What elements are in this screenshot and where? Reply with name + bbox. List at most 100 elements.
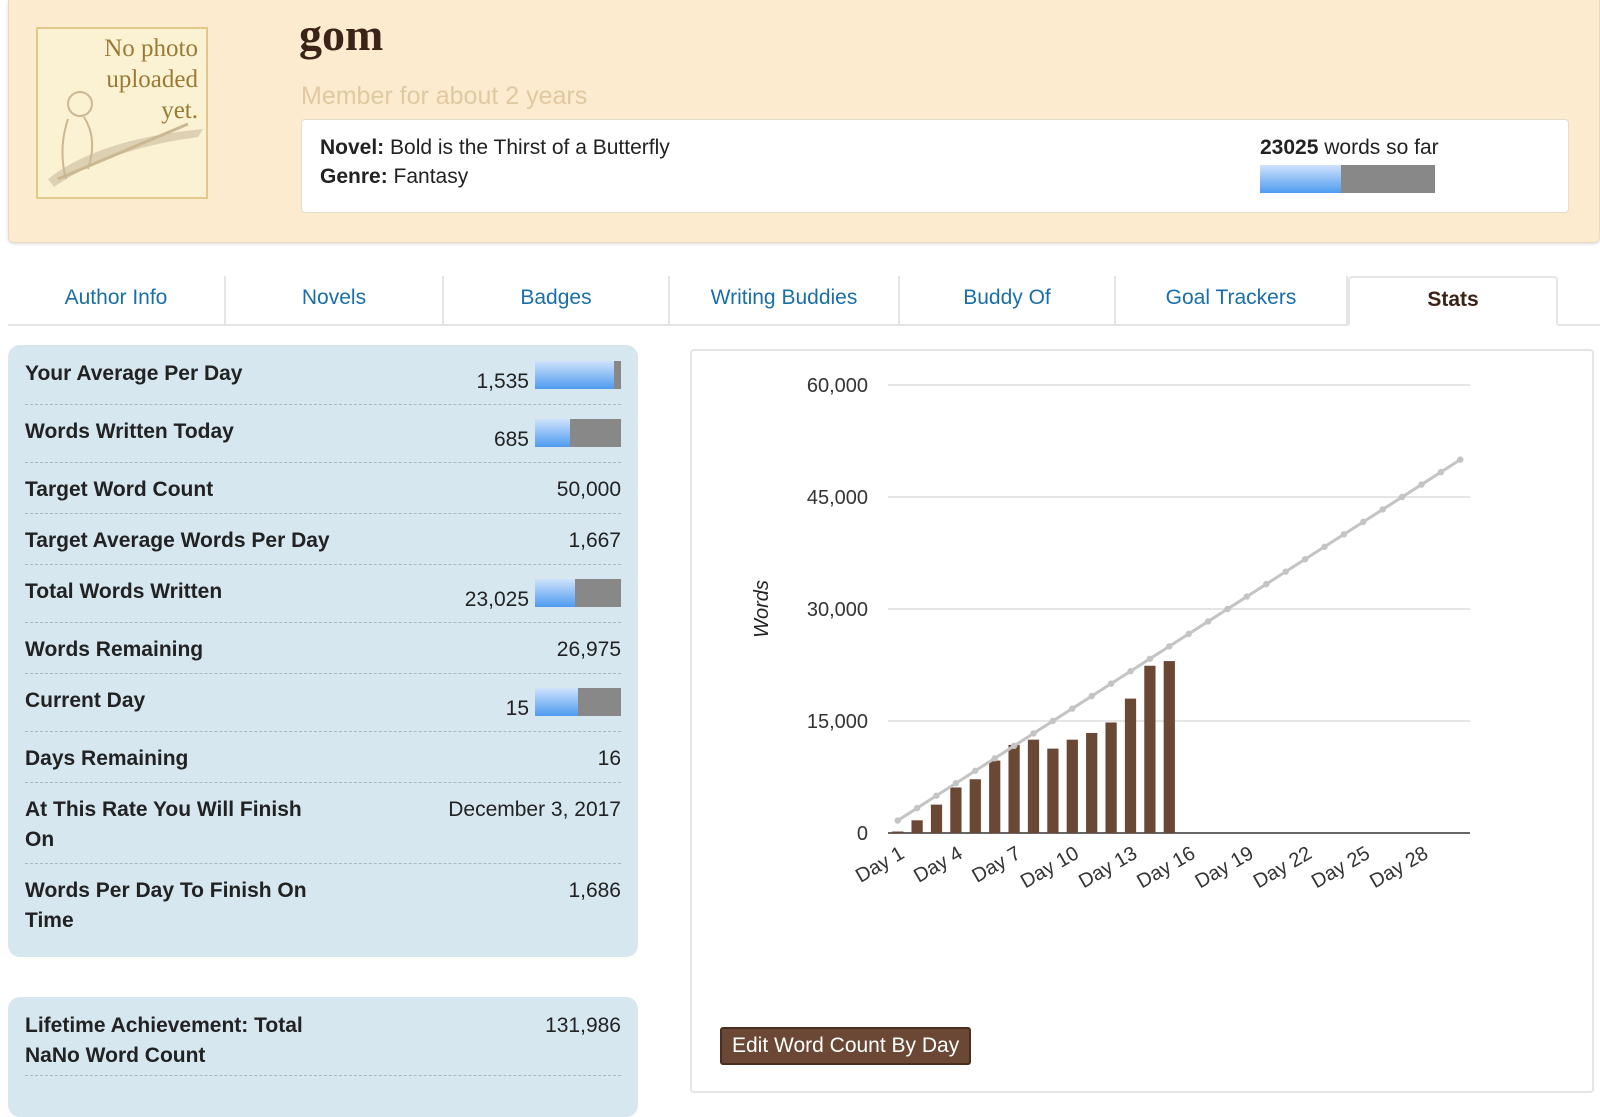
x-tick-label: Day 7 — [968, 842, 1024, 887]
target-point — [1437, 468, 1445, 476]
chart-bar — [1008, 744, 1020, 833]
stat-mini-bar — [535, 688, 621, 716]
target-point — [991, 755, 998, 762]
profile-header: No photo uploaded yet. gom Member for ab… — [8, 0, 1600, 243]
profile-tabs: Author Info Novels Badges Writing Buddie… — [8, 276, 1600, 326]
genre-line: Genre: Fantasy — [320, 165, 468, 189]
target-point — [933, 792, 940, 799]
stat-label: Words Written Today — [25, 420, 234, 443]
target-point — [1360, 518, 1367, 526]
y-tick-label: 0 — [857, 823, 868, 845]
words-suffix: words so far — [1324, 136, 1439, 159]
stat-row-average-per-day: Your Average Per Day 1,535 — [25, 359, 621, 405]
tab-goal-trackers[interactable]: Goal Trackers — [1116, 276, 1348, 324]
chart-bar — [989, 760, 1001, 833]
stat-label: Target Average Words Per Day — [25, 529, 330, 552]
stat-value: 23,025 — [464, 588, 529, 611]
x-tick-label: Day 4 — [910, 842, 966, 887]
stats-panel: Your Average Per Day 1,535 Words Written… — [8, 345, 638, 957]
chart-bar — [911, 820, 923, 833]
target-line — [896, 458, 1462, 822]
tab-stats[interactable]: Stats — [1348, 276, 1558, 326]
stat-mini-bar — [535, 419, 621, 447]
y-tick-label: 45,000 — [807, 487, 868, 509]
target-point — [1166, 643, 1173, 650]
chart-bar — [1144, 665, 1156, 833]
stat-mini-bar-fill — [535, 419, 571, 447]
genre-value: Fantasy — [393, 165, 469, 188]
chart-bar — [1124, 698, 1137, 833]
target-point — [1418, 481, 1425, 488]
word-progress-fill — [1260, 165, 1341, 193]
stat-label: At This Rate You Will Finish On — [25, 798, 302, 851]
target-point — [1107, 680, 1115, 687]
stat-label: Total Words Written — [25, 580, 223, 603]
y-tick-label: 15,000 — [807, 711, 868, 733]
stat-value: December 3, 2017 — [448, 798, 621, 821]
x-tick-label: Day 19 — [1192, 842, 1258, 893]
stat-label: Target Word Count — [25, 478, 214, 501]
stat-row-words-per-day-finish: Words Per Day To Finish On Time 1,686 — [25, 876, 621, 944]
y-tick-label: 30,000 — [807, 599, 868, 621]
stat-row-days-remaining: Days Remaining 16 — [25, 744, 621, 783]
tab-novels[interactable]: Novels — [226, 276, 444, 324]
lifetime-label: Lifetime Achievement: Total NaNo Word Co… — [25, 1014, 303, 1067]
photo-placeholder-text: No photo uploaded yet. — [104, 35, 198, 124]
tab-writing-buddies[interactable]: Writing Buddies — [670, 276, 900, 324]
tab-buddy-of[interactable]: Buddy Of — [900, 276, 1116, 324]
member-since: Member for about 2 years — [301, 82, 588, 110]
stat-value: 685 — [493, 428, 529, 451]
tab-author-info[interactable]: Author Info — [8, 276, 226, 324]
target-point — [1321, 543, 1328, 550]
chart-bar — [892, 831, 904, 833]
words-so-far: 23025 words so far — [1260, 136, 1439, 160]
target-point — [1185, 630, 1192, 638]
stat-mini-bar-fill — [535, 579, 575, 607]
words-count: 23025 — [1260, 136, 1319, 159]
target-point — [1340, 531, 1348, 538]
chart-bar — [1086, 732, 1098, 833]
x-tick-label: Day 28 — [1366, 842, 1432, 893]
x-tick-label: Day 25 — [1308, 842, 1374, 893]
stat-value: 26,975 — [556, 638, 621, 661]
target-point — [1204, 618, 1212, 625]
lifetime-value: 131,986 — [545, 1014, 621, 1037]
stat-row-lifetime: Lifetime Achievement: Total NaNo Word Co… — [25, 1011, 621, 1076]
target-point — [1127, 668, 1134, 675]
genre-label: Genre: — [320, 165, 388, 188]
chart-bar — [969, 779, 981, 833]
stat-row-words-remaining: Words Remaining 26,975 — [25, 635, 621, 674]
tab-badges[interactable]: Badges — [444, 276, 670, 324]
target-point — [1379, 506, 1386, 513]
username: gom — [299, 9, 384, 60]
stat-row-target-word-count: Target Word Count 50,000 — [25, 475, 621, 514]
chart-bar — [1163, 661, 1175, 833]
target-point — [1301, 556, 1309, 563]
chart-bar — [1066, 739, 1078, 833]
stat-value: 1,667 — [568, 529, 621, 552]
target-point — [972, 767, 979, 774]
chart-svg: 0 15,000 30,000 45,000 60,000 Words Day 1 Day 4… — [751, 375, 1470, 893]
stat-value: 1,535 — [476, 370, 529, 393]
chart-bar — [1027, 739, 1040, 833]
target-point — [894, 817, 901, 824]
target-point — [1069, 705, 1076, 712]
x-tick-label: Day 13 — [1075, 842, 1141, 893]
target-point — [1049, 717, 1057, 725]
stat-row-target-average: Target Average Words Per Day 1,667 — [25, 526, 621, 565]
novel-title[interactable]: Bold is the Thirst of a Butterfly — [390, 136, 670, 159]
y-axis-label: Words — [751, 580, 773, 638]
target-point — [1457, 456, 1464, 463]
stat-label: Days Remaining — [25, 747, 189, 770]
stat-row-finish-date: At This Rate You Will Finish On December… — [25, 795, 621, 864]
stat-value: 1,686 — [568, 879, 621, 902]
stat-label: Current Day — [25, 689, 146, 712]
stat-mini-bar — [535, 361, 621, 389]
stat-row-total-words: Total Words Written 23,025 — [25, 577, 621, 623]
novel-label: Novel: — [320, 136, 385, 159]
target-point — [1030, 730, 1037, 737]
edit-word-count-button[interactable]: Edit Word Count By Day — [720, 1027, 972, 1065]
chart-bar — [1105, 722, 1117, 833]
x-tick-label: Day 16 — [1133, 842, 1199, 893]
word-progress-bar — [1260, 165, 1435, 193]
